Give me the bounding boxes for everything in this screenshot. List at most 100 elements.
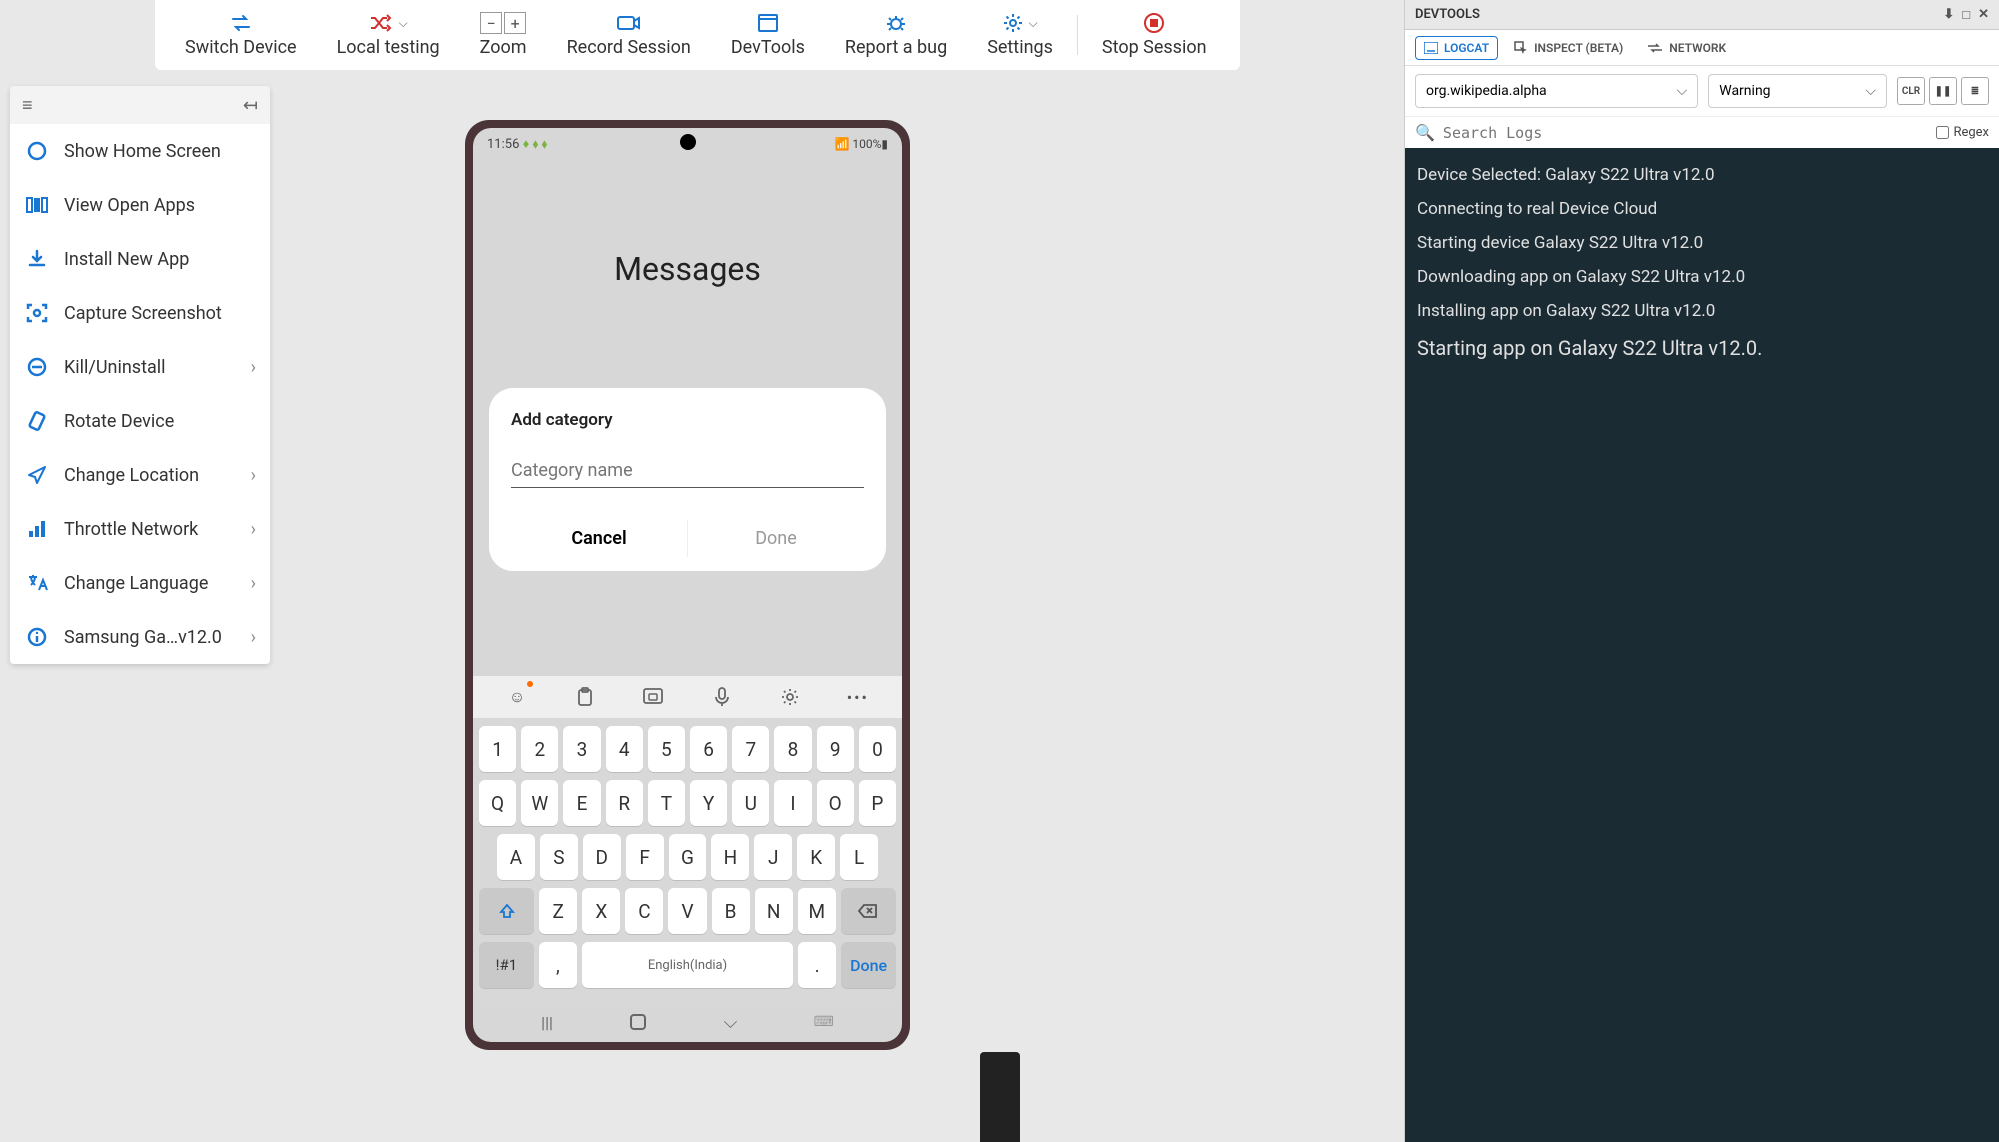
key-m[interactable]: M xyxy=(798,888,836,934)
space-key[interactable]: English(India) xyxy=(582,942,793,988)
key-y[interactable]: Y xyxy=(690,780,727,826)
pause-button[interactable]: ❚❚ xyxy=(1929,77,1957,105)
key-u[interactable]: U xyxy=(732,780,769,826)
key-c[interactable]: C xyxy=(625,888,663,934)
key-k[interactable]: K xyxy=(797,834,835,880)
zoom-in-button[interactable]: + xyxy=(504,12,526,34)
comma-key[interactable]: , xyxy=(539,942,577,988)
package-select[interactable]: org.wikipedia.alpha ⌵ xyxy=(1415,74,1698,108)
regex-checkbox[interactable]: Regex xyxy=(1936,125,1989,140)
key-f[interactable]: F xyxy=(626,834,664,880)
app-title: Messages xyxy=(473,250,902,288)
log-line: Starting device Galaxy S22 Ultra v12.0 xyxy=(1417,226,1987,260)
key-j[interactable]: J xyxy=(754,834,792,880)
report-bug-button[interactable]: Report a bug xyxy=(825,8,967,62)
done-button[interactable]: Done xyxy=(687,520,864,557)
key-g[interactable]: G xyxy=(669,834,707,880)
log-search-input[interactable] xyxy=(1443,124,1929,142)
key-8[interactable]: 8 xyxy=(774,726,811,772)
clear-button[interactable]: CLR xyxy=(1897,77,1925,105)
key-t[interactable]: T xyxy=(648,780,685,826)
key-r[interactable]: R xyxy=(606,780,643,826)
menu-icon[interactable]: ≡ xyxy=(22,95,33,116)
key-v[interactable]: V xyxy=(668,888,706,934)
sidebar-item-label: Kill/Uninstall xyxy=(64,357,237,378)
symbols-key[interactable]: !#1 xyxy=(479,942,534,988)
key-h[interactable]: H xyxy=(711,834,749,880)
key-n[interactable]: N xyxy=(755,888,793,934)
close-icon[interactable]: ✕ xyxy=(1978,7,1989,23)
key-b[interactable]: B xyxy=(712,888,750,934)
key-i[interactable]: I xyxy=(774,780,811,826)
keyboard-keys: 1234567890 QWERTYUIOP ASDFGHJKL ZXCVBNM … xyxy=(473,718,902,1002)
key-l[interactable]: L xyxy=(840,834,878,880)
shift-key[interactable] xyxy=(479,888,534,934)
settings-button[interactable]: ⌵ Settings xyxy=(967,8,1073,62)
key-p[interactable]: P xyxy=(859,780,896,826)
key-1[interactable]: 1 xyxy=(479,726,516,772)
emoji-icon[interactable]: ☺ xyxy=(503,683,531,711)
sidebar-item-install-app[interactable]: Install New App xyxy=(10,232,270,286)
keyboard-toolbar: ☺ ••• xyxy=(473,676,902,718)
more-icon[interactable]: ••• xyxy=(844,683,872,711)
sidebar-item-open-apps[interactable]: View Open Apps xyxy=(10,178,270,232)
period-key[interactable]: . xyxy=(798,942,836,988)
tab-network[interactable]: NETWORK xyxy=(1639,37,1734,59)
home-nav[interactable] xyxy=(629,1013,647,1031)
maximize-icon[interactable]: □ xyxy=(1962,7,1970,23)
gear-icon[interactable] xyxy=(776,683,804,711)
key-7[interactable]: 7 xyxy=(732,726,769,772)
key-q[interactable]: Q xyxy=(479,780,516,826)
sidebar-item-screenshot[interactable]: Capture Screenshot xyxy=(10,286,270,340)
sidebar-item-home-screen[interactable]: Show Home Screen xyxy=(10,124,270,178)
key-d[interactable]: D xyxy=(583,834,621,880)
key-x[interactable]: X xyxy=(582,888,620,934)
keyboard-done-key[interactable]: Done xyxy=(841,942,896,988)
keyboard-switch-nav[interactable]: ⌨ xyxy=(814,1014,834,1030)
sidebar-item-language[interactable]: Change Language › xyxy=(10,556,270,610)
sidebar-item-rotate[interactable]: Rotate Device xyxy=(10,394,270,448)
key-z[interactable]: Z xyxy=(539,888,577,934)
zoom-out-button[interactable]: − xyxy=(480,12,502,34)
switch-device-button[interactable]: Switch Device xyxy=(165,8,317,62)
sidebar-item-device-info[interactable]: Samsung Ga…v12.0 › xyxy=(10,610,270,664)
local-testing-button[interactable]: ⌵ Local testing xyxy=(317,8,460,62)
sidebar-item-kill-uninstall[interactable]: Kill/Uninstall › xyxy=(10,340,270,394)
scroll-bottom-button[interactable]: ≣ xyxy=(1961,77,1989,105)
stop-icon xyxy=(1143,12,1165,34)
key-o[interactable]: O xyxy=(817,780,854,826)
gif-icon[interactable] xyxy=(639,683,667,711)
key-2[interactable]: 2 xyxy=(521,726,558,772)
key-3[interactable]: 3 xyxy=(563,726,600,772)
category-name-input[interactable] xyxy=(511,454,864,488)
zoom-button[interactable]: − + Zoom xyxy=(460,8,547,62)
recents-nav[interactable]: ||| xyxy=(541,1013,553,1032)
download-icon[interactable]: ⬇ xyxy=(1943,7,1954,23)
stop-session-button[interactable]: Stop Session xyxy=(1082,8,1227,62)
key-s[interactable]: S xyxy=(540,834,578,880)
backspace-key[interactable] xyxy=(841,888,896,934)
key-5[interactable]: 5 xyxy=(648,726,685,772)
log-line: Starting app on Galaxy S22 Ultra v12.0. xyxy=(1417,328,1987,368)
key-a[interactable]: A xyxy=(497,834,535,880)
device-screen[interactable]: 11:56 ♦ ⬧ ⬧ 📶 100%▮ Messages Add categor… xyxy=(473,128,902,1042)
collapse-icon[interactable]: ↤ xyxy=(243,95,258,116)
record-session-button[interactable]: Record Session xyxy=(547,8,711,62)
key-4[interactable]: 4 xyxy=(606,726,643,772)
back-nav[interactable]: ⌵ xyxy=(724,1012,738,1033)
key-e[interactable]: E xyxy=(563,780,600,826)
key-6[interactable]: 6 xyxy=(690,726,727,772)
devtools-button[interactable]: DevTools xyxy=(711,8,825,62)
cancel-button[interactable]: Cancel xyxy=(511,520,687,557)
key-w[interactable]: W xyxy=(521,780,558,826)
log-output[interactable]: Device Selected: Galaxy S22 Ultra v12.0C… xyxy=(1405,148,1999,1142)
key-9[interactable]: 9 xyxy=(817,726,854,772)
clipboard-icon[interactable] xyxy=(571,683,599,711)
tab-inspect[interactable]: INSPECT (BETA) xyxy=(1506,37,1631,59)
tab-logcat[interactable]: LOGCAT xyxy=(1415,36,1498,60)
key-0[interactable]: 0 xyxy=(859,726,896,772)
sidebar-item-location[interactable]: Change Location › xyxy=(10,448,270,502)
sidebar-item-throttle[interactable]: Throttle Network › xyxy=(10,502,270,556)
log-level-select[interactable]: Warning ⌵ xyxy=(1708,74,1887,108)
mic-icon[interactable] xyxy=(708,683,736,711)
